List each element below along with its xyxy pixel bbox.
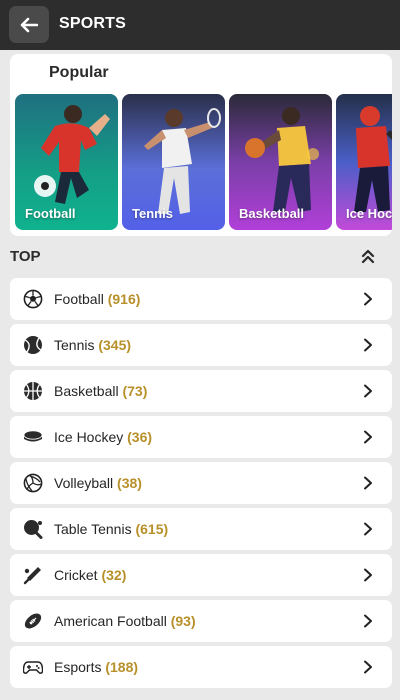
chevron-right-icon bbox=[364, 476, 372, 490]
sport-row-volleyball[interactable]: Volleyball (38) bbox=[10, 462, 392, 504]
chevron-right-icon bbox=[364, 338, 372, 352]
sport-row-label: Table Tennis (615) bbox=[54, 521, 169, 537]
basketball-icon bbox=[24, 382, 42, 400]
sport-row-label: Esports (188) bbox=[54, 659, 139, 675]
chevron-right-icon bbox=[364, 430, 372, 444]
american-football-icon bbox=[24, 613, 42, 629]
cricket-bat-icon bbox=[23, 567, 41, 585]
page-title: SPORTS bbox=[59, 15, 126, 32]
sport-row-label: American Football (93) bbox=[54, 613, 196, 629]
chevron-double-up-icon bbox=[361, 249, 375, 264]
popular-tile-ice-hockey[interactable]: Ice Hockey bbox=[336, 94, 392, 230]
popular-tile-tennis[interactable]: Tennis bbox=[122, 94, 225, 230]
sport-count: (916) bbox=[107, 291, 141, 307]
sport-row-american-football[interactable]: American Football (93) bbox=[10, 600, 392, 642]
sport-row-esports[interactable]: Esports (188) bbox=[10, 646, 392, 688]
sport-row-cricket[interactable]: Cricket (32) bbox=[10, 554, 392, 596]
tennis-ball-icon bbox=[24, 336, 42, 354]
top-section-title: TOP bbox=[10, 248, 41, 265]
sport-count: (36) bbox=[127, 429, 153, 445]
sport-row-label: Ice Hockey (36) bbox=[54, 429, 153, 445]
soccer-ball-icon bbox=[23, 289, 43, 309]
popular-tile-football[interactable]: Football bbox=[15, 94, 118, 230]
sport-count: (188) bbox=[105, 659, 139, 675]
chevron-right-icon bbox=[364, 384, 372, 398]
back-button[interactable] bbox=[9, 6, 49, 43]
chevron-right-icon bbox=[364, 614, 372, 628]
popular-tile-basketball[interactable]: Basketball bbox=[229, 94, 332, 230]
gamepad-icon bbox=[23, 661, 43, 674]
sport-count: (73) bbox=[122, 383, 148, 399]
volleyball-icon bbox=[23, 473, 43, 493]
sport-count: (38) bbox=[117, 475, 142, 491]
sport-row-label: Cricket (32) bbox=[54, 567, 127, 583]
sport-row-label: Football (916) bbox=[54, 291, 141, 307]
sport-row-label: Basketball (73) bbox=[54, 383, 148, 399]
tile-label: Ice Hockey bbox=[346, 206, 392, 221]
ping-pong-paddle-icon bbox=[24, 520, 43, 539]
sport-row-football[interactable]: Football (916) bbox=[10, 278, 392, 320]
sport-row-ice-hockey[interactable]: Ice Hockey (36) bbox=[10, 416, 392, 458]
sport-count: (32) bbox=[101, 567, 127, 583]
sport-count: (345) bbox=[98, 337, 132, 353]
sport-row-label: Tennis (345) bbox=[54, 337, 132, 353]
sport-count: (93) bbox=[170, 613, 196, 629]
sport-count: (615) bbox=[135, 521, 169, 537]
top-app-bar: SPORTS bbox=[0, 0, 400, 50]
sport-row-table-tennis[interactable]: Table Tennis (615) bbox=[10, 508, 392, 550]
tile-label: Football bbox=[25, 206, 76, 221]
hockey-puck-icon bbox=[23, 430, 43, 442]
chevron-right-icon bbox=[364, 522, 372, 536]
chevron-right-icon bbox=[364, 292, 372, 306]
popular-title: Popular bbox=[49, 64, 109, 81]
sport-row-tennis[interactable]: Tennis (345) bbox=[10, 324, 392, 366]
sport-row-basketball[interactable]: Basketball (73) bbox=[10, 370, 392, 412]
chevron-right-icon bbox=[364, 568, 372, 582]
tile-label: Tennis bbox=[132, 206, 173, 221]
arrow-left-icon bbox=[20, 17, 38, 32]
chevron-right-icon bbox=[364, 660, 372, 674]
tile-label: Basketball bbox=[239, 206, 305, 221]
sport-row-label: Volleyball (38) bbox=[54, 475, 142, 491]
collapse-button[interactable] bbox=[358, 246, 378, 266]
popular-section: Popular Football Tennis Basketball Ice H… bbox=[10, 54, 392, 236]
